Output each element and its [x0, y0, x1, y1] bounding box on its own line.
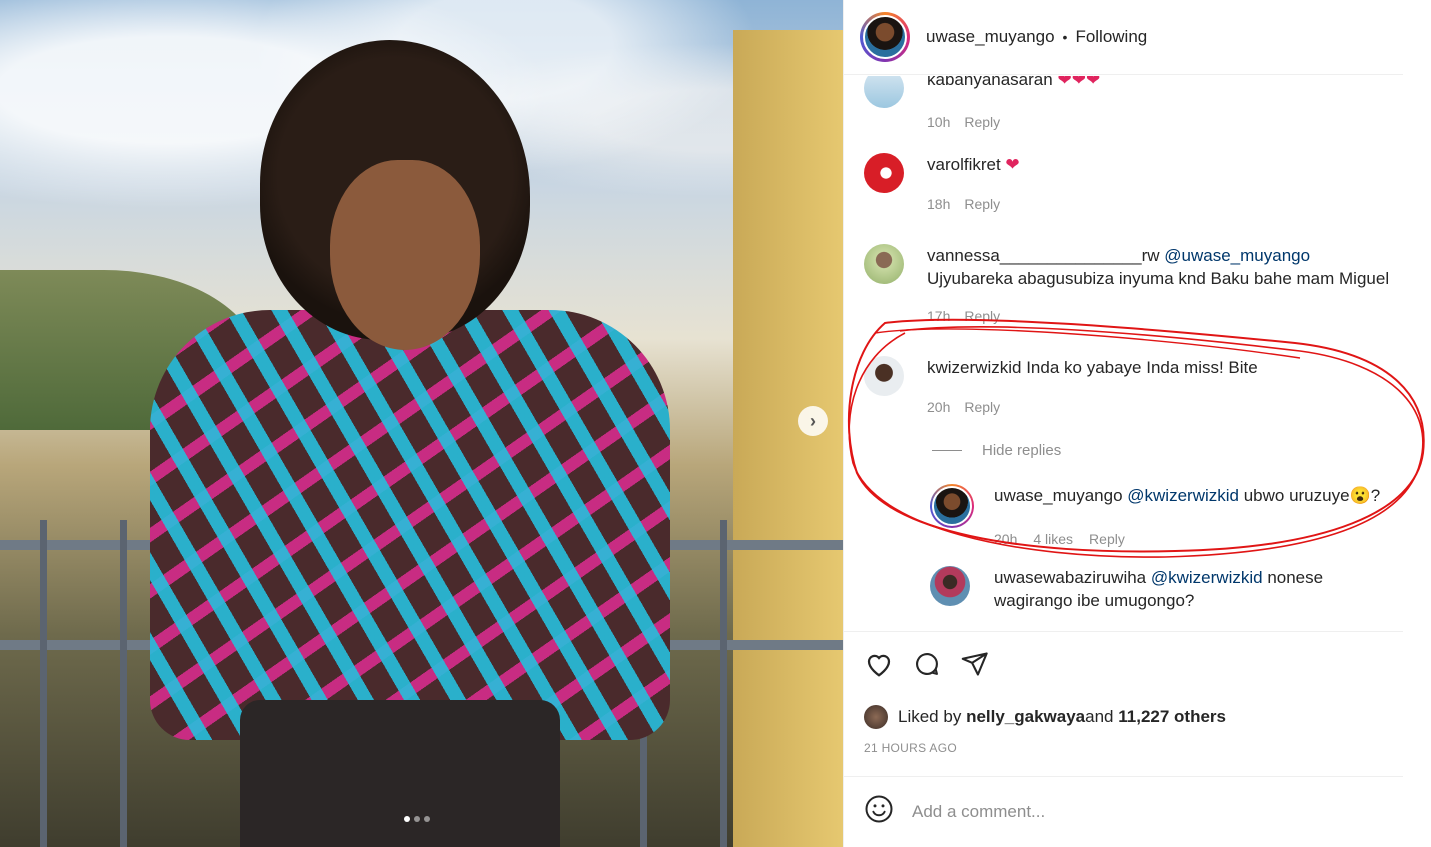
comment-text: Inda ko yabaye Inda miss! Bite — [1026, 358, 1258, 377]
comment-avatar[interactable] — [864, 76, 904, 108]
reply-button[interactable]: Reply — [964, 196, 1000, 212]
comment-time[interactable]: 20h — [927, 399, 950, 415]
comment-username[interactable]: varolfikret — [927, 155, 1001, 174]
astonished-emoji: 😮 — [1349, 486, 1371, 505]
reply-mention[interactable]: @kwizerwizkid — [1151, 568, 1263, 587]
comment-avatar[interactable] — [864, 244, 904, 284]
comment-username[interactable]: kabanyanasarah — [927, 76, 1053, 89]
post-timestamp[interactable]: 21 HOURS AGO — [864, 741, 957, 755]
comment-text: Ujyubareka abagusubiza inyuma knd Baku b… — [927, 269, 1390, 288]
reply-button[interactable]: Reply — [964, 399, 1000, 415]
reply-text: ubwo uruzuye — [1238, 486, 1350, 505]
liker-avatar[interactable] — [864, 705, 888, 729]
following-button[interactable]: Following — [1075, 27, 1147, 47]
reply-avatar[interactable] — [930, 566, 970, 606]
hide-replies-label: Hide replies — [982, 442, 1062, 459]
smile-icon[interactable] — [864, 794, 894, 831]
liker-username[interactable]: nelly_gakwaya — [966, 707, 1085, 727]
comment-time[interactable]: 18h — [927, 196, 950, 212]
reply-username[interactable]: uwase_muyango — [994, 486, 1123, 505]
comment-username[interactable]: vannessa_______________rw — [927, 246, 1160, 265]
reply-likes[interactable]: 4 likes — [1033, 531, 1073, 547]
carousel-dot — [404, 816, 410, 822]
comment-time[interactable]: 17h — [927, 308, 950, 324]
comment-meta: 20h Reply — [927, 399, 1000, 415]
comment-meta: 17h Reply — [927, 308, 1000, 324]
person-figure — [150, 40, 670, 847]
add-comment-bar — [844, 776, 1403, 847]
comment-meta: 18h Reply — [927, 196, 1000, 212]
reply-avatar[interactable] — [930, 484, 974, 528]
carousel-dot — [414, 816, 420, 822]
post-photo[interactable]: › — [0, 0, 843, 847]
reply-username[interactable]: uwasewabaziruwiha — [994, 568, 1146, 587]
reply-meta: 20h 4 likes Reply — [994, 531, 1125, 547]
add-comment-input[interactable] — [912, 802, 1312, 822]
comment-bubble-icon[interactable] — [912, 650, 942, 684]
post-header: uwase_muyango • Following — [844, 0, 1403, 75]
heart-emoji: ❤ — [1005, 155, 1020, 174]
likes-count[interactable]: 11,227 others — [1118, 707, 1226, 727]
likes-prefix: Liked by — [898, 707, 962, 726]
likes-summary[interactable]: Liked by nelly_gakwaya and 11,227 others — [864, 705, 1226, 729]
avatar[interactable] — [860, 12, 910, 62]
comment-avatar[interactable] — [864, 153, 904, 193]
carousel-dots — [404, 816, 430, 822]
divider-line — [932, 450, 962, 451]
comment-mention[interactable]: @uwase_muyango — [1164, 246, 1310, 265]
reply-suffix: ? — [1370, 486, 1381, 505]
chevron-right-icon[interactable]: › — [798, 406, 828, 436]
post-panel: uwase_muyango • Following kabanyanasarah… — [843, 0, 1403, 847]
post-actions: Liked by nelly_gakwaya and 11,227 others… — [844, 631, 1403, 776]
likes-middle: and — [1085, 707, 1114, 726]
hide-replies-button[interactable]: Hide replies — [932, 442, 1061, 459]
heart-emoji: ❤❤❤ — [1057, 76, 1101, 89]
heart-outline-icon[interactable] — [864, 650, 894, 684]
reply-time[interactable]: 20h — [994, 531, 1017, 547]
carousel-dot — [424, 816, 430, 822]
header-username[interactable]: uwase_muyango — [926, 27, 1055, 47]
paper-plane-icon[interactable] — [960, 650, 990, 684]
comment-time[interactable]: 10h — [927, 114, 950, 130]
header-separator: • — [1062, 29, 1068, 45]
reply-mention[interactable]: @kwizerwizkid — [1127, 486, 1239, 505]
comment-username[interactable]: kwizerwizkid — [927, 358, 1021, 377]
comments-list[interactable]: kabanyanasarah ❤❤❤ 10h Reply varolfikret… — [844, 76, 1403, 631]
comment-avatar[interactable] — [864, 356, 904, 396]
comment-meta: 10h Reply — [927, 114, 1000, 130]
reply-button[interactable]: Reply — [964, 114, 1000, 130]
reply-button[interactable]: Reply — [1089, 531, 1125, 547]
reply-button[interactable]: Reply — [964, 308, 1000, 324]
